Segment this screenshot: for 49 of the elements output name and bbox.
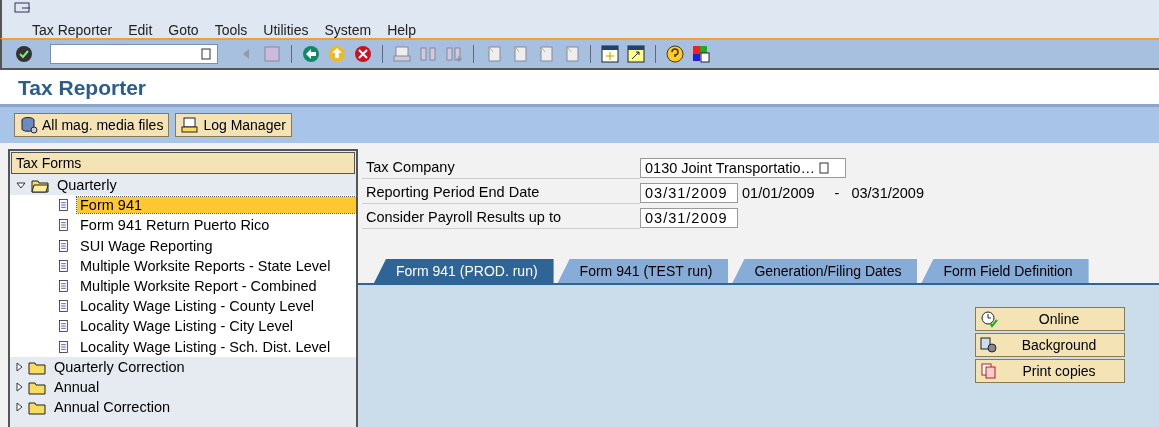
collapsed-caret-icon[interactable] bbox=[16, 381, 23, 392]
value-help-icon[interactable] bbox=[201, 48, 211, 60]
tab[interactable]: Form 941 (PROD. run) bbox=[374, 259, 554, 283]
menu-item[interactable]: Tax Reporter bbox=[32, 22, 113, 38]
cancel-icon[interactable] bbox=[353, 44, 373, 64]
tree-node[interactable]: Form 941 bbox=[77, 197, 356, 214]
field-label: Tax Company bbox=[362, 156, 640, 179]
menu-item[interactable]: Tools bbox=[214, 22, 248, 38]
copies-icon bbox=[980, 362, 998, 380]
toolbar-button[interactable]: Log Manager bbox=[175, 113, 292, 137]
tree-node[interactable]: Annual bbox=[51, 378, 103, 395]
menu-item[interactable]: Edit bbox=[128, 22, 153, 38]
menu-item[interactable]: Utilities bbox=[263, 22, 309, 38]
range-from: 01/01/2009 bbox=[742, 184, 815, 201]
help-icon[interactable] bbox=[665, 44, 685, 64]
enter-icon[interactable] bbox=[14, 44, 34, 64]
menu-item[interactable]: System bbox=[324, 22, 372, 38]
range-to: 03/31/2009 bbox=[851, 184, 924, 201]
layout-icon[interactable] bbox=[691, 44, 711, 64]
menu-item[interactable]: Goto bbox=[168, 22, 199, 38]
field-label: Consider Payroll Results up to bbox=[362, 206, 640, 229]
field-label: Reporting Period End Date bbox=[362, 181, 640, 204]
tree-header: Tax Forms bbox=[11, 152, 355, 174]
new-window-icon[interactable] bbox=[600, 44, 620, 64]
range-separator: - bbox=[834, 184, 840, 201]
command-field[interactable] bbox=[50, 44, 218, 64]
shortcut-icon[interactable] bbox=[626, 44, 646, 64]
tree-node[interactable]: Quarterly Correction bbox=[51, 358, 188, 375]
run-button[interactable]: Background bbox=[975, 333, 1125, 357]
run-button[interactable]: Online bbox=[975, 307, 1125, 331]
clock-icon bbox=[980, 310, 998, 328]
menu-item[interactable]: Help bbox=[387, 22, 416, 38]
collapsed-caret-icon[interactable] bbox=[16, 402, 23, 413]
run-button[interactable]: Print copies bbox=[975, 359, 1125, 383]
toolbar-button[interactable]: All mag. media files bbox=[14, 113, 170, 137]
expanded-caret-icon[interactable] bbox=[16, 181, 26, 189]
tree-node[interactable]: Quarterly bbox=[54, 177, 120, 194]
tree-node[interactable]: Annual Correction bbox=[51, 399, 174, 416]
tab[interactable]: Form 941 (TEST run) bbox=[557, 259, 729, 283]
collapsed-caret-icon[interactable] bbox=[16, 361, 23, 372]
date-field[interactable]: 03/31/2009 bbox=[640, 207, 738, 228]
printer-icon bbox=[181, 116, 200, 134]
value-help-icon[interactable] bbox=[819, 161, 830, 174]
database-icon bbox=[20, 116, 38, 134]
lookup-field[interactable]: 0130 Joint Transportatio… bbox=[640, 157, 846, 178]
tab[interactable]: Generation/Filing Dates bbox=[732, 259, 918, 283]
tab[interactable]: Form Field Definition bbox=[921, 259, 1089, 283]
date-field[interactable]: 03/31/2009 bbox=[640, 182, 738, 203]
back-icon[interactable] bbox=[301, 44, 321, 64]
